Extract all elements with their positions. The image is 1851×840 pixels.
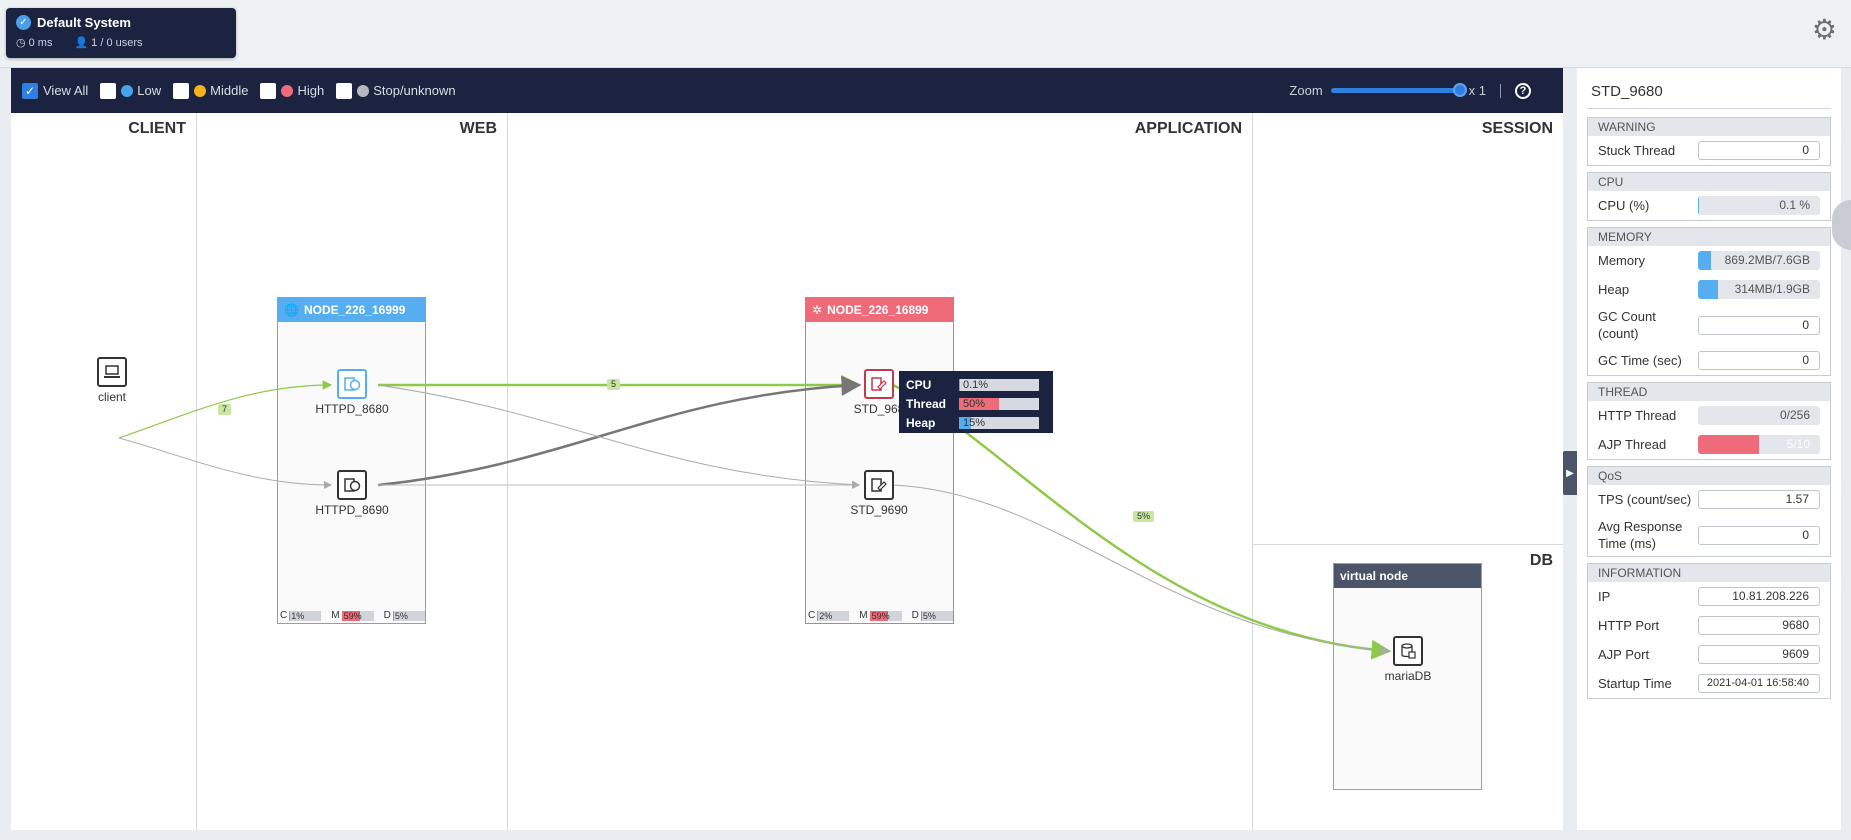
clock-icon: ◷ [16, 37, 26, 49]
service-httpd-8690[interactable]: HTTPD_8690 [312, 470, 392, 517]
section-warning: WARNING Stuck Thread 0 [1587, 117, 1831, 166]
tooltip-heap-bar: 15% [959, 416, 1039, 429]
link-httpd8680-std9690 [377, 384, 860, 489]
tooltip-thread-bar: 50% [959, 397, 1039, 410]
service-label: client [97, 390, 126, 404]
gear-icon[interactable]: ⚙ [1812, 16, 1837, 44]
section-qos: QoS TPS (count/sec) 1.57 Avg Response Tim… [1587, 466, 1831, 557]
filter-toolbar: ✓ View All Low Middle High Stop/unknown Z… [11, 68, 1563, 113]
filter-view-all[interactable]: ✓ View All [22, 82, 88, 99]
latency-value: 0 ms [28, 36, 53, 49]
gc-count-value: 0 [1698, 315, 1820, 335]
panel-title: STD_9680 [1587, 78, 1831, 109]
gc-time-value: 0 [1698, 351, 1820, 370]
web-server-icon [337, 470, 367, 500]
service-std-9690[interactable]: STD_9690 [849, 470, 909, 517]
low-dot-icon [121, 84, 134, 97]
tps-value: 1.57 [1698, 490, 1820, 509]
users-value: 1 / 0 users [91, 36, 143, 49]
section-memory: MEMORY Memory 869.2MB/7.6GB Heap 314MB/1.9… [1587, 227, 1831, 376]
divider [1500, 83, 1501, 98]
stuck-thread-value: 0 [1698, 141, 1820, 160]
app-server-icon [864, 369, 894, 399]
edge-label-std-db: 5% [1133, 511, 1155, 522]
check-circle-icon: ✓ [16, 15, 31, 30]
startup-time-value: 2021-04-01 16:58:40 [1698, 674, 1820, 693]
ajp-thread-bar: 5/10 [1698, 435, 1820, 454]
laptop-icon [97, 357, 127, 387]
high-dot-icon [281, 84, 294, 97]
checkbox-icon[interactable]: ✓ [22, 82, 38, 99]
app-server-icon [864, 470, 894, 500]
link-client-httpd8690 [118, 437, 332, 489]
edge-label-client-httpd: 7 [218, 404, 232, 415]
zoom-slider-thumb[interactable] [1452, 83, 1467, 97]
zoom-label: Zoom [1289, 83, 1323, 98]
ip-value: 10.81.208.226 [1698, 587, 1820, 606]
chevron-right-icon: ▶ [1566, 467, 1574, 479]
service-client[interactable]: client [71, 357, 153, 404]
service-label: HTTPD_8690 [315, 503, 389, 517]
service-label: STD_968 [853, 402, 905, 416]
database-icon [1393, 636, 1423, 666]
memory-bar: 869.2MB/7.6GB [1698, 251, 1820, 270]
bar-fill [1698, 196, 1699, 215]
bar-fill [1698, 435, 1759, 454]
section-cpu: CPU CPU (%) 0.1 % [1587, 172, 1831, 221]
filter-high[interactable]: High [260, 82, 324, 99]
detail-panel: STD_9680 WARNING Stuck Thread 0 CPU CPU (… [1577, 68, 1841, 830]
service-label: HTTPD_8680 [315, 402, 389, 416]
help-icon[interactable]: ? [1515, 82, 1531, 99]
section-thread: THREAD HTTP Thread 0/256 AJP Thread 5/10 [1587, 382, 1831, 460]
link-httpd8690-std9680 [377, 375, 862, 487]
ajp-port-value: 9609 [1698, 645, 1820, 664]
checkbox-icon[interactable] [173, 82, 190, 99]
edge-label-httpd-std: 5 [607, 379, 621, 390]
service-tooltip: CPU 0.1% Thread 50% Heap 15% [899, 371, 1053, 433]
topology-canvas: CLIENT WEB APPLICATION SESSION DB 🌐 NODE_… [11, 113, 1563, 830]
user-icon: 👤 [74, 37, 89, 49]
checkbox-icon[interactable] [336, 82, 353, 99]
panel-toggle-button[interactable]: ▶ [1563, 451, 1577, 495]
http-port-value: 9680 [1698, 616, 1820, 635]
zoom-control: Zoom x 1 ? [1289, 68, 1531, 113]
avg-response-value: 0 [1698, 525, 1820, 545]
topology-links [118, 375, 1392, 660]
link-std9690-mariadb [892, 484, 1390, 655]
service-label: mariaDB [1384, 669, 1432, 683]
section-information: INFORMATION IP 10.81.208.226 HTTP Port 968… [1587, 563, 1831, 699]
stop-dot-icon [357, 84, 370, 97]
cpu-bar: 0.1 % [1698, 196, 1820, 215]
checkbox-icon[interactable] [100, 82, 117, 99]
zoom-value: x 1 [1468, 83, 1486, 98]
service-httpd-8680[interactable]: HTTPD_8680 [312, 369, 392, 416]
heap-bar: 314MB/1.9GB [1698, 280, 1820, 299]
bar-fill [1698, 251, 1712, 270]
filter-middle[interactable]: Middle [173, 82, 248, 99]
service-label: STD_9690 [850, 503, 908, 517]
filter-low[interactable]: Low [100, 82, 161, 99]
http-thread-bar: 0/256 [1698, 406, 1820, 425]
filter-stop-unknown[interactable]: Stop/unknown [336, 82, 456, 99]
system-title: Default System [37, 15, 131, 30]
middle-dot-icon [194, 84, 207, 97]
bar-fill [1698, 280, 1718, 299]
checkbox-icon[interactable] [260, 82, 277, 99]
web-server-icon [337, 369, 367, 399]
service-mariadb[interactable]: mariaDB [1373, 636, 1443, 683]
zoom-slider[interactable] [1330, 83, 1467, 97]
tooltip-cpu-bar: 0.1% [959, 378, 1039, 391]
system-card[interactable]: ✓ Default System ◷ 0 ms 👤 1 / 0 users [6, 8, 236, 58]
top-bar: ✓ Default System ◷ 0 ms 👤 1 / 0 users ⚙ [0, 0, 1851, 68]
